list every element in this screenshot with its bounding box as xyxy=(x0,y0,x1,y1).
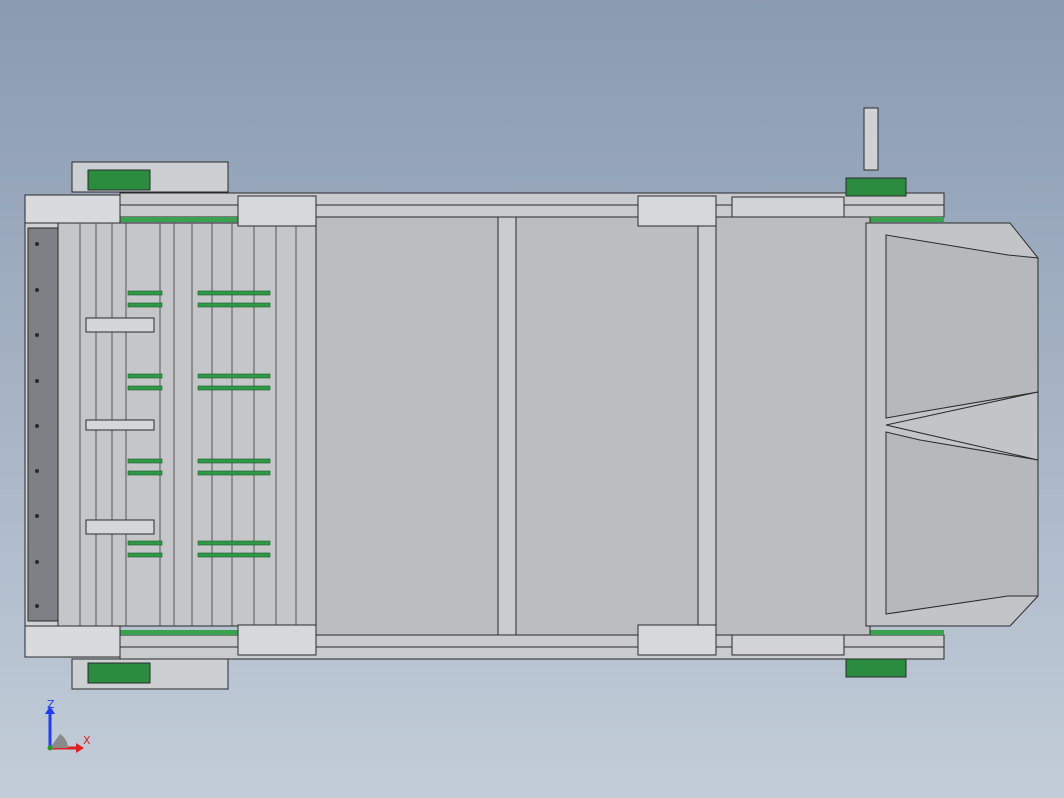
caster-bottom-right xyxy=(637,624,717,656)
conveyor-model[interactable] xyxy=(24,107,1039,690)
gear-hub-top xyxy=(85,317,155,333)
z-axis-label: Z xyxy=(47,698,55,711)
bearing-block-top-left xyxy=(87,169,151,191)
caster-bottom-left xyxy=(237,624,317,656)
bearing-block-bottom-right xyxy=(845,658,907,678)
belt-surface xyxy=(315,216,871,636)
axis-triad: Z X xyxy=(38,696,98,756)
cad-viewport[interactable] xyxy=(0,0,1064,798)
bearing-block-bottom-left xyxy=(87,662,151,684)
bottom-rail-bracket xyxy=(731,634,845,656)
motor-shaft xyxy=(863,107,879,171)
hopper-lower-face xyxy=(885,431,1039,615)
right-crossbar xyxy=(697,216,717,636)
left-bottom-cap xyxy=(24,625,121,658)
left-dark-roller xyxy=(27,227,59,622)
hopper-upper-face xyxy=(885,234,1039,419)
top-rail-bracket xyxy=(731,196,845,218)
gear-hub-bottom xyxy=(85,519,155,535)
gear-hub-middle xyxy=(85,419,155,431)
left-top-cap xyxy=(24,194,121,224)
bearing-block-top-right xyxy=(845,177,907,197)
caster-top-right xyxy=(637,195,717,227)
x-axis-label: X xyxy=(83,734,91,747)
center-crossbar xyxy=(497,216,517,636)
caster-top-left xyxy=(237,195,317,227)
